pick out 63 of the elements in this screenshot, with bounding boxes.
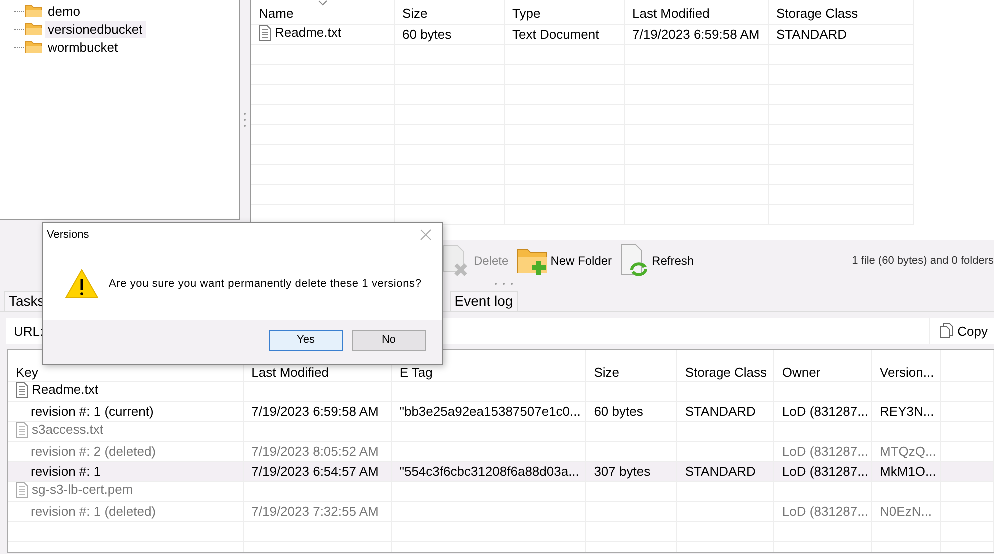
column-header[interactable]: Storage Class	[676, 350, 774, 381]
column-header[interactable]: Storage Class	[768, 0, 913, 24]
status-text: 1 file (60 bytes) and 0 folders	[852, 255, 994, 267]
refresh-icon	[620, 244, 650, 278]
table-cell: 60 bytes	[402, 26, 452, 42]
table-cell: STANDARD	[685, 464, 756, 478]
tree-item[interactable]: versionedbucket	[45, 20, 146, 38]
file-name[interactable]: Readme.txt	[32, 382, 98, 397]
document-icon	[16, 422, 28, 438]
revision-label[interactable]: revision #: 2 (deleted)	[31, 444, 156, 458]
document-icon	[16, 382, 28, 398]
column-header[interactable]: Owner	[774, 350, 872, 381]
table-cell: N0EzN...	[880, 504, 932, 518]
warning-icon	[65, 268, 99, 300]
dialog-message: Are you sure you want permanently delete these 1 versions?	[109, 278, 422, 290]
table-cell: "554c3f6cbc31208f6a88d03a...	[400, 464, 580, 478]
revision-label[interactable]: revision #: 1 (current)	[31, 404, 154, 418]
table-cell: REY3N...	[880, 404, 934, 418]
tree-item[interactable]: wormbucket	[45, 38, 122, 56]
window-title: Versions	[47, 229, 90, 241]
close-icon[interactable]	[420, 229, 432, 241]
document-icon	[16, 482, 28, 498]
column-header[interactable]: Size	[394, 0, 504, 24]
sort-icon	[318, 0, 328, 6]
table-cell: 60 bytes	[594, 404, 644, 418]
tab[interactable]: Event log	[450, 291, 518, 311]
document-icon	[259, 24, 271, 40]
column-header[interactable]: Size	[586, 350, 677, 381]
table-cell: 7/19/2023 7:32:55 AM	[252, 504, 379, 518]
column-header[interactable]: Type	[504, 0, 624, 24]
table-cell: STANDARD	[685, 404, 756, 418]
table-cell: 7/19/2023 6:59:58 AM	[632, 26, 760, 42]
file-name[interactable]: s3access.txt	[32, 422, 104, 437]
column-header[interactable]: Name	[251, 0, 394, 24]
copy-icon	[940, 323, 954, 339]
table-cell: STANDARD	[776, 26, 848, 42]
folder-icon	[25, 22, 43, 36]
table-cell: "bb3e25a92ea15387507e1c0...	[400, 404, 581, 418]
table-cell: Text Document	[512, 26, 600, 42]
table-cell: MkM1O...	[880, 464, 936, 478]
file-name[interactable]: sg-s3-lb-cert.pem	[32, 482, 134, 497]
table-cell: 7/19/2023 8:05:52 AM	[252, 444, 379, 458]
table-cell: LoD (831287...	[782, 404, 868, 418]
new-folder-button[interactable]: New Folder	[516, 246, 612, 276]
table-cell: LoD (831287...	[782, 444, 868, 458]
table-cell: MTQzQ...	[880, 444, 936, 458]
tree-item[interactable]: demo	[45, 2, 84, 20]
table-cell: 7/19/2023 6:59:58 AM	[252, 404, 379, 418]
table-cell: 7/19/2023 6:54:57 AM	[252, 464, 379, 478]
dialog-button[interactable]: No	[352, 330, 426, 350]
revision-label[interactable]: revision #: 1 (deleted)	[31, 504, 156, 518]
column-header[interactable]: Version...	[872, 350, 940, 381]
refresh-button[interactable]: Refresh	[620, 244, 694, 278]
table-cell: LoD (831287...	[782, 504, 868, 518]
folder-icon	[25, 40, 43, 54]
splitter-grip-icon	[494, 282, 514, 286]
url-label: URL:	[14, 324, 44, 338]
table-cell: 307 bytes	[594, 464, 651, 478]
column-header[interactable]: Last Modified	[624, 0, 768, 24]
folder-icon	[25, 4, 43, 18]
table-cell: LoD (831287...	[782, 464, 868, 478]
dialog-button[interactable]: Yes	[269, 330, 343, 350]
file-name[interactable]: Readme.txt	[275, 25, 342, 40]
